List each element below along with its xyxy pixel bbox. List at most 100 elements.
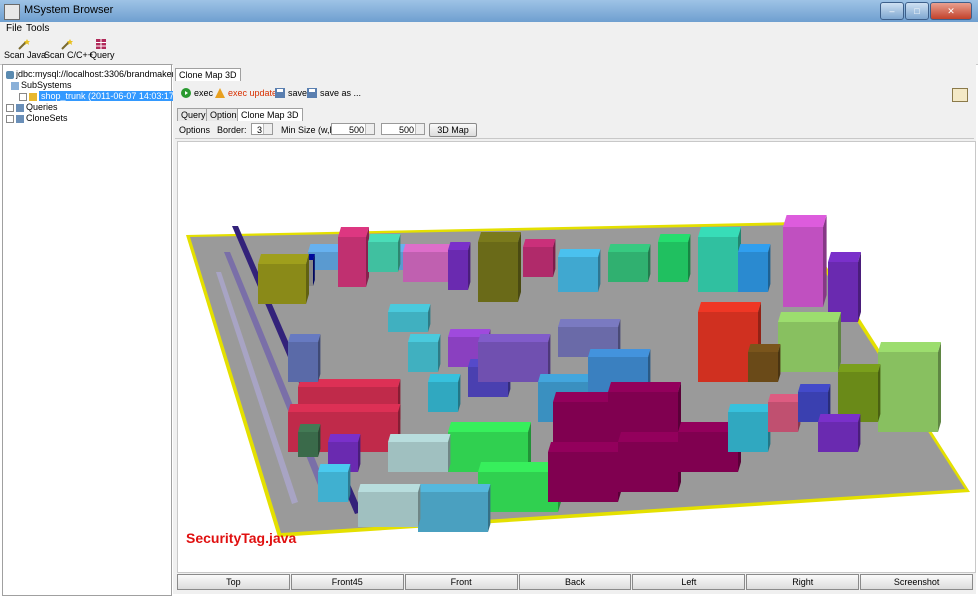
treemap-block[interactable] — [358, 492, 418, 527]
treemap-block[interactable] — [478, 342, 548, 382]
treemap-block[interactable] — [388, 304, 431, 312]
treemap-block[interactable] — [878, 352, 938, 432]
treemap-block[interactable] — [783, 227, 823, 307]
menu-file[interactable]: File — [6, 23, 22, 34]
treemap-block[interactable] — [818, 414, 861, 422]
tab-clone-map-3d-top[interactable]: Clone Map 3D — [175, 68, 241, 81]
treemap-block[interactable] — [488, 484, 491, 532]
exec-update-button[interactable]: exec update — [215, 88, 277, 98]
treemap-block[interactable] — [288, 404, 401, 412]
treemap-block[interactable] — [768, 394, 801, 402]
clone-map-3d-render[interactable] — [178, 142, 975, 572]
treemap-block[interactable] — [608, 244, 651, 252]
treemap-block[interactable] — [588, 349, 651, 357]
treemap-block[interactable] — [698, 302, 761, 312]
treemap-block[interactable] — [298, 424, 321, 432]
treemap-block[interactable] — [448, 250, 468, 290]
scan-cpp-button[interactable]: Scan C/C++ — [44, 38, 93, 60]
treemap-block[interactable] — [428, 382, 458, 412]
treemap-block[interactable] — [818, 422, 858, 452]
treemap-block[interactable] — [388, 312, 428, 332]
min-height-spinner[interactable]: 500 — [381, 123, 425, 135]
treemap-block[interactable] — [388, 442, 448, 472]
treemap-block[interactable] — [938, 342, 941, 432]
treemap-block[interactable] — [828, 252, 861, 262]
tree-item-clonesets[interactable]: CloneSets — [6, 112, 68, 124]
treemap-block[interactable] — [728, 404, 771, 412]
scan-java-button[interactable]: Scan Java — [4, 38, 46, 60]
treemap-block[interactable] — [408, 342, 438, 372]
treemap-block[interactable] — [318, 334, 321, 382]
treemap-block[interactable] — [523, 247, 553, 277]
treemap-block[interactable] — [448, 242, 471, 250]
treemap-block[interactable] — [328, 434, 361, 442]
exec-button[interactable]: exec — [181, 88, 213, 98]
treemap-block[interactable] — [403, 252, 448, 282]
treemap-block[interactable] — [658, 242, 688, 282]
treemap-block[interactable] — [388, 434, 451, 442]
3d-map-button[interactable]: 3D Map — [429, 123, 477, 137]
treemap-block[interactable] — [878, 364, 881, 422]
save-button[interactable]: save — [275, 88, 307, 98]
treemap-block[interactable] — [798, 384, 831, 392]
treemap-block[interactable] — [448, 422, 531, 432]
treemap-block[interactable] — [368, 242, 398, 272]
border-spinner[interactable]: 3 — [251, 123, 273, 135]
treemap-block[interactable] — [823, 215, 827, 307]
treemap-block[interactable] — [338, 237, 366, 287]
view-left-button[interactable]: Left — [632, 574, 746, 590]
menu-tools[interactable]: Tools — [26, 23, 49, 34]
treemap-block[interactable] — [728, 412, 768, 452]
treemap-block[interactable] — [748, 352, 778, 382]
treemap-block[interactable] — [698, 227, 741, 237]
treemap-block[interactable] — [358, 484, 421, 492]
treemap-block[interactable] — [338, 227, 369, 237]
treemap-block[interactable] — [418, 492, 488, 532]
save-as-button[interactable]: save as ... — [307, 88, 361, 98]
treemap-block[interactable] — [478, 232, 521, 242]
treemap-block[interactable] — [298, 432, 318, 457]
treemap-block[interactable] — [608, 252, 648, 282]
export-icon[interactable] — [952, 88, 968, 102]
treemap-block[interactable] — [548, 442, 621, 452]
treemap-block[interactable] — [658, 234, 691, 242]
treemap-block[interactable] — [258, 254, 309, 264]
treemap-block[interactable] — [558, 249, 601, 257]
treemap-block[interactable] — [688, 234, 691, 282]
tab-clone-map-3d[interactable]: Clone Map 3D — [237, 108, 303, 121]
close-button[interactable]: ✕ — [930, 2, 972, 20]
treemap-block[interactable] — [778, 312, 841, 322]
tab-query[interactable]: Query — [177, 108, 210, 121]
treemap-block[interactable] — [548, 452, 618, 502]
treemap-block[interactable] — [608, 382, 681, 392]
view-back-button[interactable]: Back — [518, 574, 632, 590]
view-right-button[interactable]: Right — [746, 574, 860, 590]
treemap-block[interactable] — [558, 319, 621, 327]
query-button[interactable]: Query — [90, 38, 115, 60]
treemap-block[interactable] — [838, 312, 841, 372]
screenshot-button[interactable]: Screenshot — [860, 574, 974, 590]
treemap-block[interactable] — [518, 232, 521, 302]
treemap-block[interactable] — [698, 237, 738, 292]
treemap-block[interactable] — [258, 264, 306, 304]
view-top-button[interactable]: Top — [177, 574, 290, 590]
treemap-block[interactable] — [478, 242, 518, 302]
treemap-block[interactable] — [468, 242, 471, 290]
treemap-block[interactable] — [523, 239, 556, 247]
treemap-block[interactable] — [738, 252, 768, 292]
treemap-block[interactable] — [318, 464, 351, 472]
treemap-block[interactable] — [318, 472, 348, 502]
treemap-block[interactable] — [778, 322, 838, 372]
treemap-block[interactable] — [838, 364, 881, 372]
view-front45-button[interactable]: Front45 — [290, 574, 404, 590]
min-width-spinner[interactable]: 500 — [331, 123, 375, 135]
treemap-block[interactable] — [618, 442, 678, 492]
treemap-block[interactable] — [858, 252, 861, 322]
treemap-block[interactable] — [478, 334, 551, 342]
minimize-button[interactable]: – — [880, 2, 904, 20]
clone-map-3d-viewport[interactable]: SecurityTag.java — [177, 141, 976, 573]
treemap-block[interactable] — [748, 344, 781, 352]
treemap-block[interactable] — [768, 402, 798, 432]
maximize-button[interactable]: □ — [905, 2, 929, 20]
treemap-block[interactable] — [288, 334, 321, 342]
